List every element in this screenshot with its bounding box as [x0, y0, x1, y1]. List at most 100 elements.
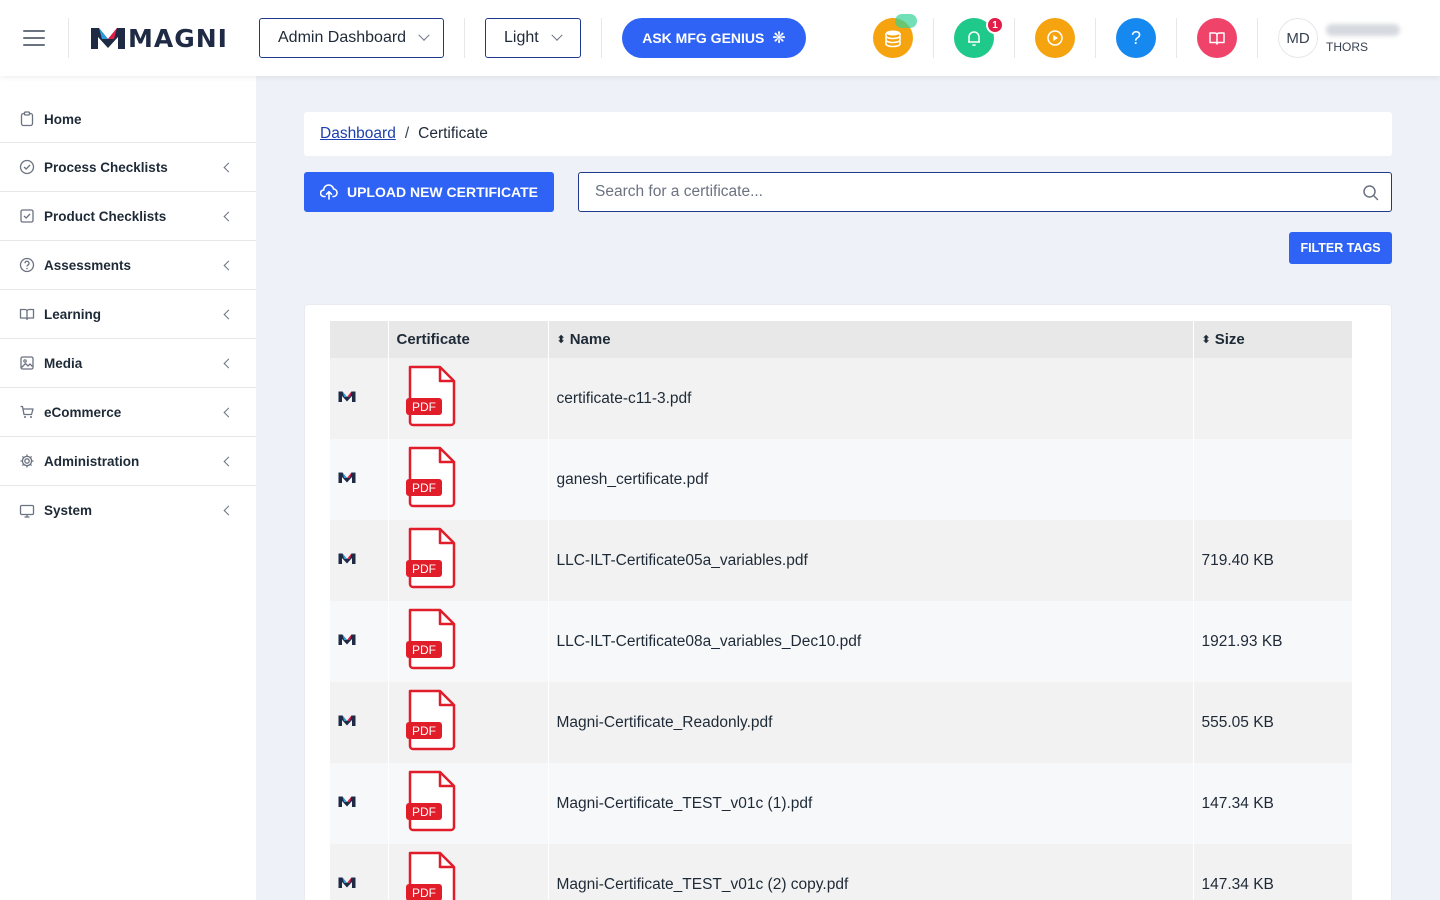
certificate-name: ganesh_certificate.pdf	[556, 470, 709, 488]
magni-logo-icon	[338, 390, 356, 407]
certificate-thumbnail-cell[interactable]: PDF	[388, 601, 549, 682]
divider	[464, 18, 465, 58]
certificate-size-cell: 147.34 KB	[1193, 844, 1352, 900]
avatar[interactable]: MD	[1278, 18, 1318, 58]
theme-select[interactable]: Light	[485, 18, 581, 58]
menu-icon[interactable]	[23, 30, 45, 46]
name-header-label: Name	[569, 331, 611, 348]
pdf-file-icon[interactable]: PDF	[405, 526, 548, 595]
help-icon[interactable]: ?	[1116, 18, 1156, 58]
pdf-file-icon[interactable]: PDF	[405, 364, 548, 433]
dashboard-select-value: Admin Dashboard	[278, 29, 407, 46]
ask-button-label: ASK MFG GENIUS	[642, 30, 765, 46]
sidebar-item-process-checklists[interactable]: Process Checklists	[0, 143, 256, 192]
certificate-name-cell: Magni-Certificate_Readonly.pdf	[548, 682, 1194, 763]
sidebar-item-label: System	[44, 503, 93, 518]
row-logo-cell	[330, 358, 389, 439]
avatar-initials: MD	[1286, 29, 1310, 47]
sidebar-item-media[interactable]: Media	[0, 339, 256, 388]
dashboard-select[interactable]: Admin Dashboard	[259, 18, 444, 58]
row-logo-cell	[330, 439, 389, 520]
ask-mfg-genius-button[interactable]: ASK MFG GENIUS ❋	[622, 18, 806, 58]
sidebar-item-administration[interactable]: Administration	[0, 437, 256, 486]
sidebar: Home Process Checklists Product Checklis…	[0, 76, 256, 900]
table-row[interactable]: PDF Magni-Certificate_Readonly.pdf 555.05 …	[330, 682, 1352, 763]
certificate-thumbnail-cell[interactable]: PDF	[388, 763, 549, 844]
check-circle-icon	[18, 158, 36, 176]
certificate-thumbnail-cell[interactable]: PDF	[388, 520, 549, 601]
table-row[interactable]: PDF LLC-ILT-Certificate08a_variables_Dec1…	[330, 601, 1352, 682]
filter-tags-button[interactable]: FILTER TAGS	[1289, 232, 1392, 264]
table-row[interactable]: PDF Magni-Certificate_TEST_v01c (2) copy.…	[330, 844, 1352, 900]
play-icon[interactable]	[1035, 18, 1075, 58]
search-field	[578, 172, 1392, 212]
breadcrumb-current: Certificate	[418, 125, 488, 142]
divider	[933, 18, 934, 58]
column-header-size[interactable]: ⬍ Size	[1193, 321, 1352, 358]
table-row[interactable]: PDF certificate-c11-3.pdf	[330, 358, 1352, 439]
brand-logo[interactable]: MAGNI	[90, 24, 228, 53]
magni-logo-icon	[338, 471, 356, 488]
sort-icon: ⬍	[1201, 334, 1211, 346]
pdf-label: PDF	[412, 805, 436, 819]
certificate-size-cell: 555.05 KB	[1193, 682, 1352, 763]
book-open-icon	[18, 305, 36, 323]
book-icon[interactable]	[1197, 18, 1237, 58]
row-logo-cell	[330, 601, 389, 682]
sidebar-item-label: Assessments	[44, 257, 132, 273]
row-logo-cell	[330, 844, 389, 900]
table-row[interactable]: PDF ganesh_certificate.pdf	[330, 439, 1352, 520]
column-header-name[interactable]: ⬍ Name	[548, 321, 1194, 358]
pdf-file-icon[interactable]: PDF	[405, 850, 548, 900]
monitor-icon	[18, 502, 36, 520]
pdf-file-icon[interactable]: PDF	[405, 607, 548, 676]
sidebar-item-label: eCommerce	[44, 404, 122, 420]
question-circle-icon	[18, 256, 36, 274]
certificate-thumbnail-cell[interactable]: PDF	[388, 844, 549, 900]
certificate-thumbnail-cell[interactable]: PDF	[388, 358, 549, 439]
certificate-thumbnail-cell[interactable]: PDF	[388, 439, 549, 520]
chevron-down-icon	[418, 29, 430, 41]
magni-logo-icon	[338, 552, 356, 569]
certificate-size: 555.05 KB	[1201, 713, 1274, 731]
sidebar-item-label: Learning	[44, 306, 102, 322]
bell-glyph	[968, 31, 980, 47]
upload-new-certificate-button[interactable]: UPLOAD NEW CERTIFICATE	[304, 172, 554, 212]
certificate-thumbnail-cell[interactable]: PDF	[388, 682, 549, 763]
pdf-file-icon[interactable]: PDF	[405, 445, 548, 514]
status-blur	[895, 14, 917, 28]
search-input[interactable]	[595, 183, 1335, 201]
sidebar-item-home[interactable]: Home	[0, 76, 256, 143]
row-logo-cell	[330, 520, 389, 601]
certificate-size: 1921.93 KB	[1201, 632, 1283, 650]
certificate-name: certificate-c11-3.pdf	[556, 389, 692, 407]
coins-icon[interactable]	[873, 14, 917, 58]
gear-icon	[18, 452, 36, 470]
magni-logo-icon	[91, 28, 125, 49]
certificate-size-cell: 719.40 KB	[1193, 520, 1352, 601]
sort-icon: ⬍	[556, 334, 566, 346]
certificate-name: Magni-Certificate_TEST_v01c (2) copy.pdf	[556, 875, 849, 893]
chevron-left-icon	[223, 456, 234, 466]
row-logo-cell	[330, 682, 389, 763]
sidebar-item-system[interactable]: System	[0, 486, 256, 535]
certificate-size-cell: 1921.93 KB	[1193, 601, 1352, 682]
certificate-size: 147.34 KB	[1201, 794, 1274, 812]
column-header-certificate: Certificate	[388, 321, 549, 358]
breadcrumb-dashboard-link[interactable]: Dashboard	[320, 125, 396, 143]
pdf-file-icon[interactable]: PDF	[405, 688, 548, 757]
sidebar-item-ecommerce[interactable]: eCommerce	[0, 388, 256, 437]
sidebar-item-product-checklists[interactable]: Product Checklists	[0, 192, 256, 241]
magni-logo-icon	[338, 795, 356, 812]
certificate-size-cell: 147.34 KB	[1193, 763, 1352, 844]
breadcrumb: Dashboard / Certificate	[304, 112, 1392, 156]
table-row[interactable]: PDF LLC-ILT-Certificate05a_variables.pdf 7…	[330, 520, 1352, 601]
certificate-name: LLC-ILT-Certificate08a_variables_Dec10.p…	[556, 632, 862, 650]
sidebar-item-assessments[interactable]: Assessments	[0, 241, 256, 290]
magni-logo-icon	[338, 876, 356, 893]
search-icon[interactable]	[1362, 184, 1379, 201]
sidebar-item-learning[interactable]: Learning	[0, 290, 256, 339]
bell-icon[interactable]: 1	[954, 16, 1004, 58]
pdf-file-icon[interactable]: PDF	[405, 769, 548, 838]
table-row[interactable]: PDF Magni-Certificate_TEST_v01c (1).pdf 14…	[330, 763, 1352, 844]
